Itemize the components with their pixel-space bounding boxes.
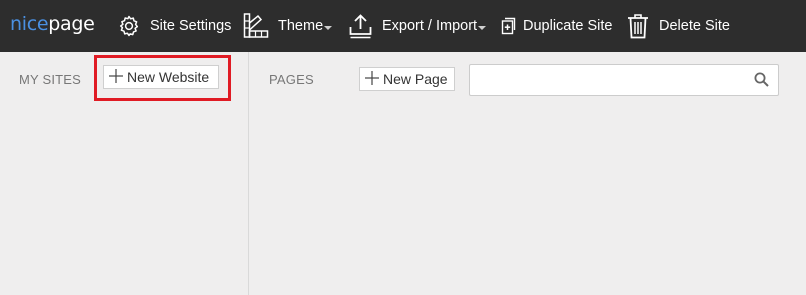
- new-website-label: New Website: [127, 69, 210, 85]
- search-input[interactable]: [476, 65, 750, 95]
- pages-title: PAGES: [269, 72, 314, 87]
- delete-site-button[interactable]: Delete Site: [627, 0, 730, 52]
- chevron-down-icon: [324, 25, 333, 30]
- logo-text-part1: nice: [10, 13, 49, 35]
- gear-icon: [117, 14, 141, 38]
- site-settings-label: Site Settings: [150, 18, 232, 34]
- new-page-label: New Page: [383, 71, 448, 87]
- search-icon[interactable]: [754, 72, 769, 92]
- chevron-down-icon: [478, 25, 487, 30]
- duplicate-site-button[interactable]: Duplicate Site: [501, 0, 612, 52]
- logo-text-part2: page: [48, 13, 95, 35]
- export-import-label: Export / Import: [382, 18, 478, 34]
- duplicate-site-label: Duplicate Site: [523, 18, 613, 34]
- nicepage-logo[interactable]: nicepage: [10, 13, 95, 35]
- my-sites-title: MY SITES: [19, 72, 82, 87]
- export-import-dropdown[interactable]: Export / Import: [349, 0, 487, 52]
- palette-icon: [243, 12, 270, 40]
- top-toolbar: nicepage Site Settings Theme Export / Im…: [0, 0, 806, 52]
- pages-search: [469, 64, 779, 96]
- new-page-button[interactable]: New Page: [359, 67, 455, 91]
- plus-icon: [360, 70, 383, 88]
- site-settings-button[interactable]: Site Settings: [117, 0, 231, 52]
- new-website-button[interactable]: New Website: [103, 65, 219, 89]
- plus-icon: [104, 68, 127, 86]
- delete-site-label: Delete Site: [659, 18, 730, 34]
- trash-icon: [627, 13, 649, 39]
- upload-icon: [349, 13, 372, 39]
- duplicate-icon: [501, 17, 517, 35]
- theme-dropdown[interactable]: Theme: [243, 0, 333, 52]
- theme-label: Theme: [278, 18, 324, 34]
